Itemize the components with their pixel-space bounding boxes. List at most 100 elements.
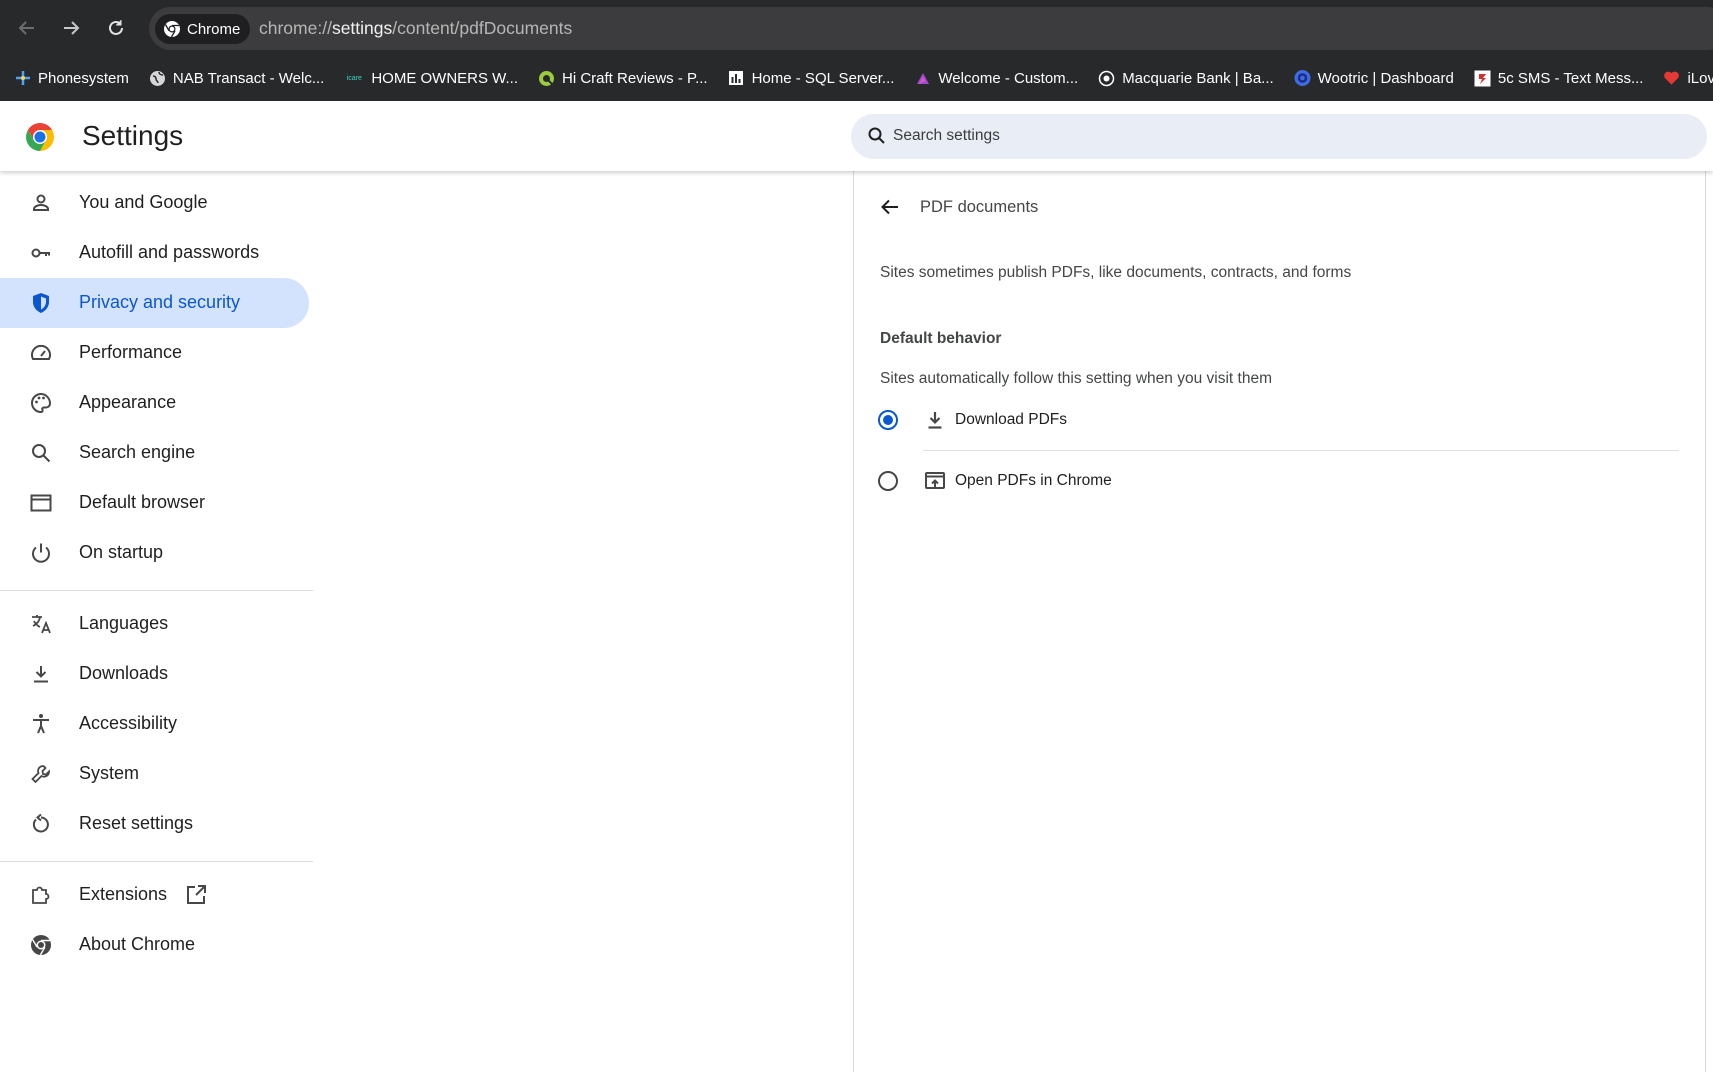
- option-download-pdfs[interactable]: Download PDFs: [878, 398, 1678, 442]
- sidebar-item-label: Autofill and passwords: [79, 242, 260, 262]
- url-scheme: chrome://: [259, 18, 332, 38]
- wrench-icon: [31, 765, 50, 784]
- option-open-pdfs-in-chrome[interactable]: Open PDFs in Chrome: [878, 459, 1678, 503]
- puzzle-icon: [32, 886, 50, 904]
- radio-open-pdfs-in-chrome[interactable]: [878, 471, 898, 491]
- chrome-icon: [164, 21, 180, 38]
- bookmark-label: Welcome - Custom...: [938, 69, 1079, 87]
- sidebar-item-you-and-google[interactable]: You and Google: [0, 178, 309, 228]
- bookmark-item[interactable]: Wootric | Dashboard: [1294, 70, 1454, 87]
- heart-icon: [1663, 70, 1680, 87]
- sidebar-divider: [0, 590, 313, 591]
- person-icon: [33, 194, 49, 211]
- browser-toolbar: Chrome chrome://settings/content/pdfDocu…: [0, 0, 1713, 55]
- bookmark-item[interactable]: iLove: [1663, 70, 1713, 87]
- bookmark-item[interactable]: Home - SQL Server...: [728, 69, 895, 87]
- bookmark-item[interactable]: Macquarie Bank | Ba...: [1098, 69, 1274, 87]
- sidebar-item-downloads[interactable]: Downloads: [0, 649, 309, 699]
- reload-button[interactable]: [100, 12, 132, 44]
- sidebar-item-label: Extensions: [79, 884, 168, 904]
- sidebar-item-on-startup[interactable]: On startup: [0, 528, 309, 578]
- search-icon: [32, 444, 51, 463]
- sidebar-item-reset[interactable]: Reset settings: [0, 799, 309, 849]
- sidebar-item-label: Appearance: [79, 392, 177, 412]
- url-text[interactable]: chrome://settings/content/pdfDocuments: [259, 18, 572, 39]
- sidebar-item-label: You and Google: [79, 192, 208, 212]
- reviews-q-icon: [538, 70, 555, 87]
- sidebar-divider: [0, 861, 313, 862]
- chrome-logo-icon: [25, 122, 55, 157]
- back-nav-button[interactable]: [11, 12, 43, 44]
- translate-icon: [32, 615, 51, 634]
- sidebar-item-label: About Chrome: [79, 934, 196, 954]
- palette-icon: [31, 392, 52, 414]
- sidebar-item-search-engine[interactable]: Search engine: [0, 428, 309, 478]
- search-placeholder: Search settings: [893, 127, 1000, 144]
- sidebar-item-label: Reset settings: [79, 813, 194, 833]
- bookmark-label: Phonesystem: [38, 69, 129, 87]
- sidebar-item-extensions[interactable]: Extensions: [0, 870, 309, 920]
- site-chip[interactable]: Chrome: [155, 14, 251, 44]
- sidebar-item-about-chrome[interactable]: About Chrome: [0, 920, 309, 970]
- open-in-browser-icon: [925, 472, 945, 489]
- section-subtitle: Sites automatically follow this setting …: [880, 370, 1272, 387]
- icare-logo-icon: icare: [344, 70, 364, 87]
- target-icon: [1098, 70, 1115, 87]
- wootric-icon: [1294, 69, 1311, 87]
- sidebar-item-label: Search engine: [79, 442, 196, 462]
- accessibility-icon: [33, 714, 49, 734]
- bookmark-item[interactable]: Welcome - Custom...: [914, 70, 1078, 87]
- section-heading: Default behavior: [880, 330, 1002, 347]
- option-divider: [923, 450, 1679, 451]
- address-bar[interactable]: Chrome chrome://settings/content/pdfDocu…: [149, 7, 1713, 50]
- bookmark-item[interactable]: NAB Transact - Welc...: [149, 70, 324, 87]
- sidebar-item-label: Privacy and security: [79, 292, 241, 312]
- sidebar-item-autofill[interactable]: Autofill and passwords: [0, 228, 309, 278]
- bookmark-label: HOME OWNERS W...: [371, 69, 518, 87]
- key-icon: [31, 248, 50, 258]
- bookmark-label: NAB Transact - Welc...: [172, 69, 325, 87]
- bookmark-label: Macquarie Bank | Ba...: [1122, 69, 1274, 87]
- sidebar-item-label: On startup: [79, 542, 164, 562]
- bookmarks-bar: Phonesystem NAB Transact - Welc... icare…: [0, 55, 1713, 101]
- bookmark-item[interactable]: icare HOME OWNERS W...: [344, 70, 518, 87]
- option-label: Open PDFs in Chrome: [955, 472, 1112, 489]
- radio-download-pdfs[interactable]: [878, 410, 898, 430]
- sidebar-item-system[interactable]: System: [0, 749, 309, 799]
- forward-nav-button[interactable]: [55, 12, 87, 44]
- bookmark-item[interactable]: Phonesystem: [14, 70, 129, 87]
- power-icon: [32, 543, 50, 563]
- sidebar-item-accessibility[interactable]: Accessibility: [0, 699, 309, 749]
- arrow-right-icon: [64, 21, 80, 35]
- phonesystem-icon: [14, 70, 31, 87]
- back-button[interactable]: [876, 193, 904, 221]
- subpage-description: Sites sometimes publish PDFs, like docum…: [880, 264, 1352, 281]
- sidebar-item-label: Default browser: [79, 492, 206, 512]
- page-title: Settings: [82, 120, 184, 151]
- speedometer-icon: [31, 344, 51, 360]
- url-path: /content/pdfDocuments: [392, 18, 573, 38]
- open-in-new-icon: [187, 885, 206, 904]
- bookmark-label: Wootric | Dashboard: [1317, 69, 1454, 87]
- sms-icon: [1474, 70, 1491, 87]
- bookmark-label: Hi Craft Reviews - P...: [562, 69, 708, 87]
- sidebar-item-privacy[interactable]: Privacy and security: [0, 278, 309, 328]
- site-chip-label: Chrome: [187, 20, 241, 38]
- url-host: settings: [331, 18, 393, 38]
- sidebar-item-performance[interactable]: Performance: [0, 328, 309, 378]
- bookmark-item[interactable]: 5c SMS - Text Mess...: [1474, 70, 1643, 87]
- download-icon: [34, 666, 48, 683]
- globe-icon: [149, 70, 166, 87]
- reset-icon: [32, 813, 49, 833]
- sidebar-item-appearance[interactable]: Appearance: [0, 378, 309, 428]
- subpage-title: PDF documents: [920, 198, 1039, 216]
- sidebar-item-label: System: [79, 763, 140, 783]
- search-settings-input[interactable]: Search settings: [851, 114, 1707, 159]
- sidebar-item-label: Languages: [79, 613, 169, 633]
- bar-chart-icon: [728, 70, 745, 87]
- bookmark-label: Home - SQL Server...: [751, 69, 895, 87]
- sidebar-item-default-browser[interactable]: Default browser: [0, 478, 309, 528]
- sidebar-item-languages[interactable]: Languages: [0, 599, 309, 649]
- download-icon: [928, 412, 942, 429]
- bookmark-item[interactable]: Hi Craft Reviews - P...: [538, 70, 708, 87]
